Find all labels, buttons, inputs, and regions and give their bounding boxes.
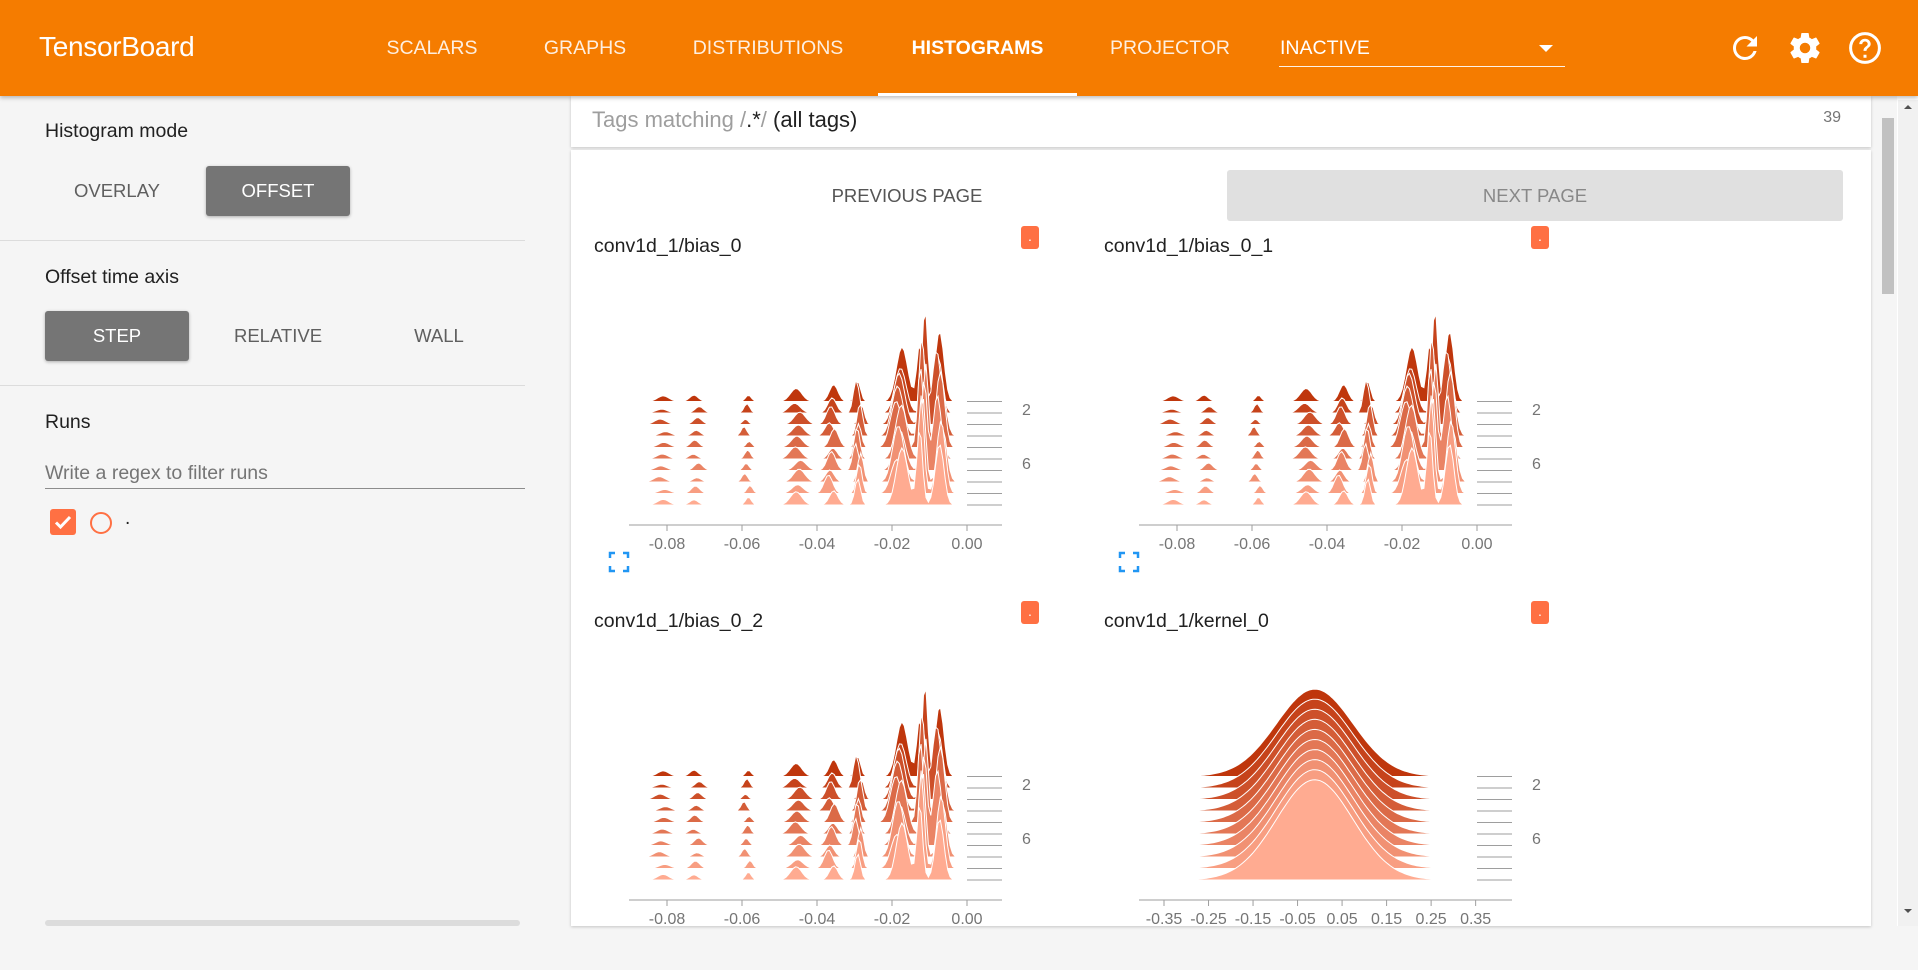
x-tick-label: -0.08 bbox=[1159, 536, 1196, 553]
histogram-layer bbox=[1139, 331, 1477, 403]
y-tick-label: 2 bbox=[1532, 777, 1541, 794]
x-tick-label: 0.00 bbox=[1461, 536, 1492, 553]
x-tick-label: -0.06 bbox=[1234, 536, 1271, 553]
histogram-layer bbox=[629, 706, 967, 778]
tags-regex[interactable]: .* bbox=[746, 107, 761, 132]
scroll-down-arrow-icon[interactable] bbox=[1898, 904, 1918, 918]
scroll-up-arrow-icon[interactable] bbox=[1898, 100, 1918, 114]
wall-button[interactable]: WALL bbox=[367, 311, 511, 361]
gear-icon[interactable] bbox=[1787, 30, 1823, 66]
runs-filter-input[interactable] bbox=[45, 458, 525, 489]
histogram-chart: conv1d_1/bias_0. -0.08 -0.06 -0.04 -0.02 0.00… bbox=[594, 226, 1054, 595]
run-label: . bbox=[125, 508, 131, 529]
x-tick-label: -0.06 bbox=[724, 911, 761, 928]
x-tick-label: -0.04 bbox=[799, 536, 836, 553]
histogram-chart: conv1d_1/kernel_0. -0.35 -0.25 -0.15 -0.05 0.… bbox=[1104, 601, 1564, 970]
x-tick-label: 0.05 bbox=[1327, 911, 1358, 928]
x-tick-label: -0.25 bbox=[1190, 911, 1227, 928]
y-tick-label: 2 bbox=[1022, 402, 1031, 419]
x-tick-label: 0.00 bbox=[951, 536, 982, 553]
histogram-plot: -0.35 -0.25 -0.15 -0.05 0.05 0.15 0.25 0.35 2 6 bbox=[1139, 688, 1541, 928]
histogram-chart: conv1d_1/bias_0_1. -0.08 -0.06 -0.04 -0.02 0.… bbox=[1104, 226, 1564, 595]
step-button[interactable]: STEP bbox=[45, 311, 189, 361]
x-tick-label: -0.35 bbox=[1146, 911, 1183, 928]
y-tick-label: 6 bbox=[1022, 831, 1031, 848]
tags-matching-label: Tags matching /.*/ (all tags) bbox=[592, 107, 857, 133]
relative-button[interactable]: RELATIVE bbox=[206, 311, 350, 361]
y-tick-label: 2 bbox=[1022, 777, 1031, 794]
overlay-button[interactable]: OVERLAY bbox=[45, 166, 189, 216]
scrollbar-thumb[interactable] bbox=[1882, 118, 1894, 294]
histogram-chart: conv1d_1/bias_0_2. -0.08 -0.06 -0.04 -0.02 0.… bbox=[594, 601, 1054, 970]
tag-count: 39 bbox=[1823, 109, 1841, 126]
x-tick-label: -0.08 bbox=[649, 536, 686, 553]
histogram-layer bbox=[629, 331, 967, 403]
x-tick-label: -0.08 bbox=[649, 911, 686, 928]
scrollbar-track[interactable] bbox=[1898, 100, 1918, 926]
tab-distributions[interactable]: DISTRIBUTIONS bbox=[676, 0, 860, 96]
histogram-layer bbox=[1139, 779, 1477, 881]
histogram-plot: -0.08 -0.06 -0.04 -0.02 0.00 2 6 bbox=[1139, 314, 1541, 553]
x-tick-label: -0.02 bbox=[874, 911, 911, 928]
x-tick-label: 0.00 bbox=[951, 911, 982, 928]
fullscreen-icon[interactable] bbox=[1117, 550, 1141, 574]
divider bbox=[0, 385, 525, 386]
top-toolbar: TensorBoard SCALARS GRAPHS DISTRIBUTIONS… bbox=[0, 0, 1918, 96]
sidebar-scrollbar[interactable] bbox=[45, 920, 520, 926]
inactive-dropdown-value: INACTIVE bbox=[1280, 37, 1370, 59]
run-color-radio[interactable] bbox=[90, 512, 112, 534]
x-tick-label: 0.15 bbox=[1371, 911, 1402, 928]
tab-graphs[interactable]: GRAPHS bbox=[527, 0, 643, 96]
tag-filter-bar[interactable]: Tags matching /.*/ (all tags) 39 bbox=[571, 96, 1871, 147]
x-tick-label: -0.15 bbox=[1235, 911, 1272, 928]
check-icon bbox=[54, 515, 72, 530]
sidebar: Histogram mode OVERLAY OFFSET Offset tim… bbox=[0, 96, 525, 926]
x-tick-label: 0.35 bbox=[1460, 911, 1491, 928]
y-tick-label: 2 bbox=[1532, 402, 1541, 419]
histogram-plot: -0.08 -0.06 -0.04 -0.02 0.00 2 6 bbox=[629, 314, 1031, 553]
x-tick-label: -0.04 bbox=[799, 911, 836, 928]
histogram-mode-title: Histogram mode bbox=[45, 120, 189, 142]
next-page-button[interactable]: NEXT PAGE bbox=[1227, 170, 1843, 221]
x-tick-label: -0.02 bbox=[1384, 536, 1421, 553]
y-tick-label: 6 bbox=[1022, 456, 1031, 473]
divider bbox=[0, 240, 525, 241]
y-tick-label: 6 bbox=[1532, 456, 1541, 473]
run-checkbox[interactable] bbox=[50, 509, 76, 535]
x-tick-label: 0.25 bbox=[1416, 911, 1447, 928]
histogram-plot: -0.08 -0.06 -0.04 -0.02 0.00 2 6 bbox=[629, 689, 1031, 928]
offset-button[interactable]: OFFSET bbox=[206, 166, 350, 216]
y-tick-label: 6 bbox=[1532, 831, 1541, 848]
tab-scalars[interactable]: SCALARS bbox=[371, 0, 493, 96]
previous-page-button[interactable]: PREVIOUS PAGE bbox=[600, 170, 1214, 221]
inactive-plugins-dropdown[interactable]: INACTIVE bbox=[1279, 34, 1565, 67]
tags-suffix: / bbox=[760, 107, 767, 132]
x-tick-label: -0.06 bbox=[724, 536, 761, 553]
x-tick-label: -0.02 bbox=[874, 536, 911, 553]
tab-histograms[interactable]: HISTOGRAMS bbox=[878, 0, 1077, 96]
tab-projector[interactable]: PROJECTOR bbox=[1097, 0, 1243, 96]
x-tick-label: -0.05 bbox=[1279, 911, 1316, 928]
fullscreen-icon[interactable] bbox=[607, 550, 631, 574]
chevron-down-icon bbox=[1539, 45, 1553, 52]
app-title: TensorBoard bbox=[39, 31, 195, 62]
tags-prefix: Tags matching / bbox=[592, 107, 747, 132]
offset-time-axis-title: Offset time axis bbox=[45, 266, 180, 288]
runs-title: Runs bbox=[45, 411, 91, 433]
help-icon[interactable] bbox=[1847, 30, 1883, 66]
refresh-icon[interactable] bbox=[1727, 30, 1763, 66]
x-tick-label: -0.04 bbox=[1309, 536, 1346, 553]
all-tags-label: (all tags) bbox=[773, 107, 858, 132]
